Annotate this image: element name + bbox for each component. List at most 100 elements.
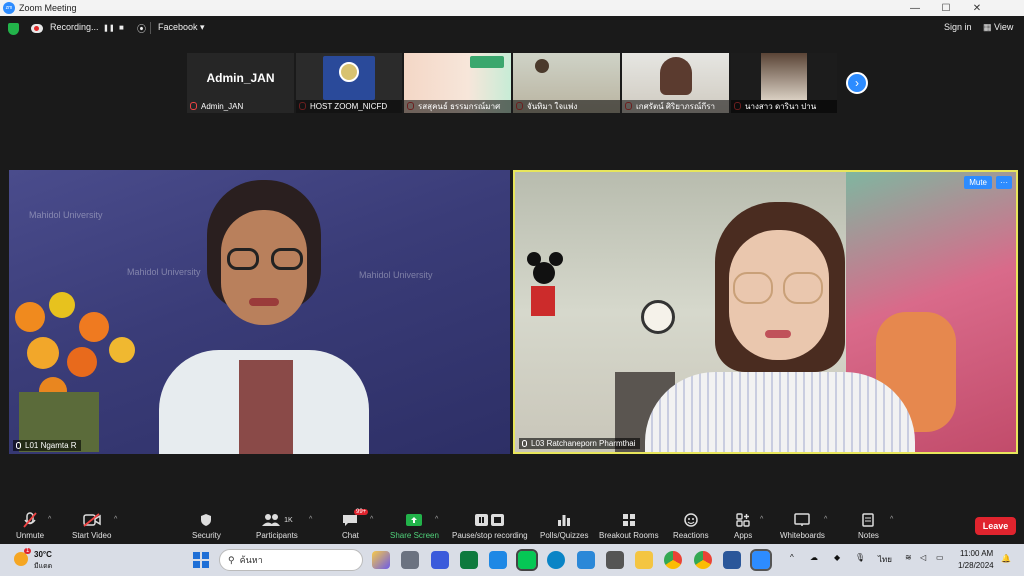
sign-in-button[interactable]: Sign in [944,22,972,32]
stop-recording-icon[interactable]: ■ [119,23,124,32]
chat-button[interactable]: Chat 99+ [342,509,369,540]
apps-caret[interactable]: ^ [760,516,763,523]
onedrive-icon[interactable]: ☁ [810,553,818,562]
edge-browser-icon[interactable] [547,551,565,569]
whiteboards-button[interactable]: Whiteboards [780,512,825,540]
pause-stop-recording-button[interactable]: Pause/stop recording [452,512,528,540]
apps-button[interactable]: Apps [734,512,752,540]
tray-overflow-icon[interactable]: ^ [790,553,794,562]
unmute-button[interactable]: Unmute [16,512,44,540]
participants-button[interactable]: 1K Participants [256,512,298,540]
mute-participant-button[interactable]: Mute [964,176,992,189]
pause-recording-icon[interactable]: ❚❚ [103,24,115,32]
background-watermark: Mahidol University [29,210,103,220]
share-screen-label: Share Screen [390,531,439,540]
participant-name-label: L01 Ngamta R [13,440,81,451]
more-options-button[interactable]: ··· [996,176,1012,189]
encryption-shield-icon[interactable] [8,23,19,35]
weather-sun-icon[interactable] [14,552,28,566]
weather-temp: 30°C [34,550,52,559]
taskbar-search-box[interactable]: ⚲ ค้นหา [219,549,363,571]
maximize-button[interactable]: ☐ [931,0,961,16]
start-video-button[interactable]: Start Video [72,512,111,540]
minimize-button[interactable]: — [900,0,930,16]
security-button[interactable]: Security [192,512,221,540]
zoom-taskbar-icon[interactable] [750,549,772,571]
copilot-icon[interactable] [372,551,390,569]
live-stream-icon: ⦿ [137,24,147,34]
notes-caret[interactable]: ^ [890,516,893,523]
chat-label: Chat [342,531,359,540]
participants-caret[interactable]: ^ [309,516,312,523]
breakout-rooms-label: Breakout Rooms [599,531,659,540]
skype-icon[interactable] [577,551,595,569]
participant-name: จันทิมา ใจแพ่ง [513,100,620,113]
audio-options-caret[interactable]: ^ [48,516,51,523]
participant-thumbnail[interactable]: เกศรัตน์ ศิริยาภรณ์กีรา [622,53,729,113]
next-page-button[interactable]: › [846,72,868,94]
notes-button[interactable]: Notes [858,512,879,540]
notes-icon [862,512,875,528]
muted-mic-icon [23,512,37,528]
participant-thumbnail[interactable]: HOST ZOOM_NICFD [296,53,402,113]
mail-icon[interactable] [489,551,507,569]
zoom-window: zm Zoom Meeting — ☐ ✕ Recording... ❚❚ ■ … [0,0,1024,576]
participant-thumbnail[interactable]: Admin_JAN Admin_JAN [187,53,294,113]
participants-icon: 1K [261,512,293,528]
breakout-rooms-button[interactable]: Breakout Rooms [599,512,659,540]
clock-time[interactable]: 11:00 AM [960,549,993,558]
word-icon[interactable] [723,551,741,569]
close-button[interactable]: ✕ [962,0,992,16]
teams-icon[interactable] [431,551,449,569]
clock-date[interactable]: 1/28/2024 [958,561,994,570]
live-stream-dropdown[interactable]: Facebook ▾ [158,22,205,33]
whiteboards-caret[interactable]: ^ [824,516,827,523]
recording-label: Recording... [50,22,99,32]
start-video-label: Start Video [72,531,112,540]
polls-quizzes-button[interactable]: Polls/Quizzes [540,512,588,540]
participant-name: L01 Ngamta R [25,441,77,450]
video-options-caret[interactable]: ^ [114,516,117,523]
language-indicator[interactable]: ไทย [878,553,892,566]
gallery-icon[interactable] [460,551,478,569]
participant-thumbnail[interactable]: จันทิมา ใจแพ่ง [513,53,620,113]
background-watermark: Mahidol University [359,270,433,280]
reactions-button[interactable]: Reactions [673,512,709,540]
smiley-icon [684,512,698,528]
chat-caret[interactable]: ^ [370,516,373,523]
participant-display-name: Admin_JAN [206,71,275,85]
flower-decoration [9,292,149,454]
windows-start-icon[interactable] [193,552,209,568]
chrome-icon[interactable] [664,551,682,569]
store-icon[interactable] [606,551,624,569]
divider [150,22,151,34]
shield-tray-icon[interactable]: ◆ [834,553,840,562]
apps-label: Apps [734,531,753,540]
video-tile-speaker-left[interactable]: Mahidol University Mahidol University Ma… [9,170,510,454]
reactions-label: Reactions [673,531,709,540]
notes-label: Notes [858,531,879,540]
view-button[interactable]: ▦ View [983,22,1013,33]
line-app-icon[interactable] [516,549,538,571]
participant-thumbnail[interactable]: รสสุคนธ์ ธรรมกรณ์มาศ [404,53,511,113]
wifi-icon[interactable]: ≋ [905,553,912,562]
participant-name: นางสาว ดารินา ปาน [731,100,837,113]
task-view-icon[interactable] [401,551,419,569]
notification-bell-icon[interactable]: 🔔 [1001,554,1011,563]
participant-thumbnail[interactable]: นางสาว ดารินา ปาน [731,53,837,113]
apps-icon [736,512,750,528]
weather-desc: มีแดด [34,563,53,570]
university-seal-icon [339,62,359,82]
video-tile-active-speaker[interactable]: Mute ··· L03 Ratchaneporn Pharmthai [513,170,1018,454]
meeting-top-bar: Recording... ❚❚ ■ ⦿ Facebook ▾ Sign in ▦… [0,16,1024,42]
microphone-tray-icon[interactable]: 🎙 [855,553,865,562]
polls-label: Polls/Quizzes [540,531,589,540]
file-explorer-icon[interactable] [635,551,653,569]
battery-icon[interactable]: ▭ [936,553,944,562]
chrome-profile-icon[interactable] [694,551,712,569]
share-caret[interactable]: ^ [435,516,438,523]
share-screen-button[interactable]: Share Screen [390,512,439,540]
volume-icon[interactable]: ◁ [920,553,926,562]
breakout-rooms-icon [622,512,636,528]
leave-button[interactable]: Leave [975,517,1016,535]
